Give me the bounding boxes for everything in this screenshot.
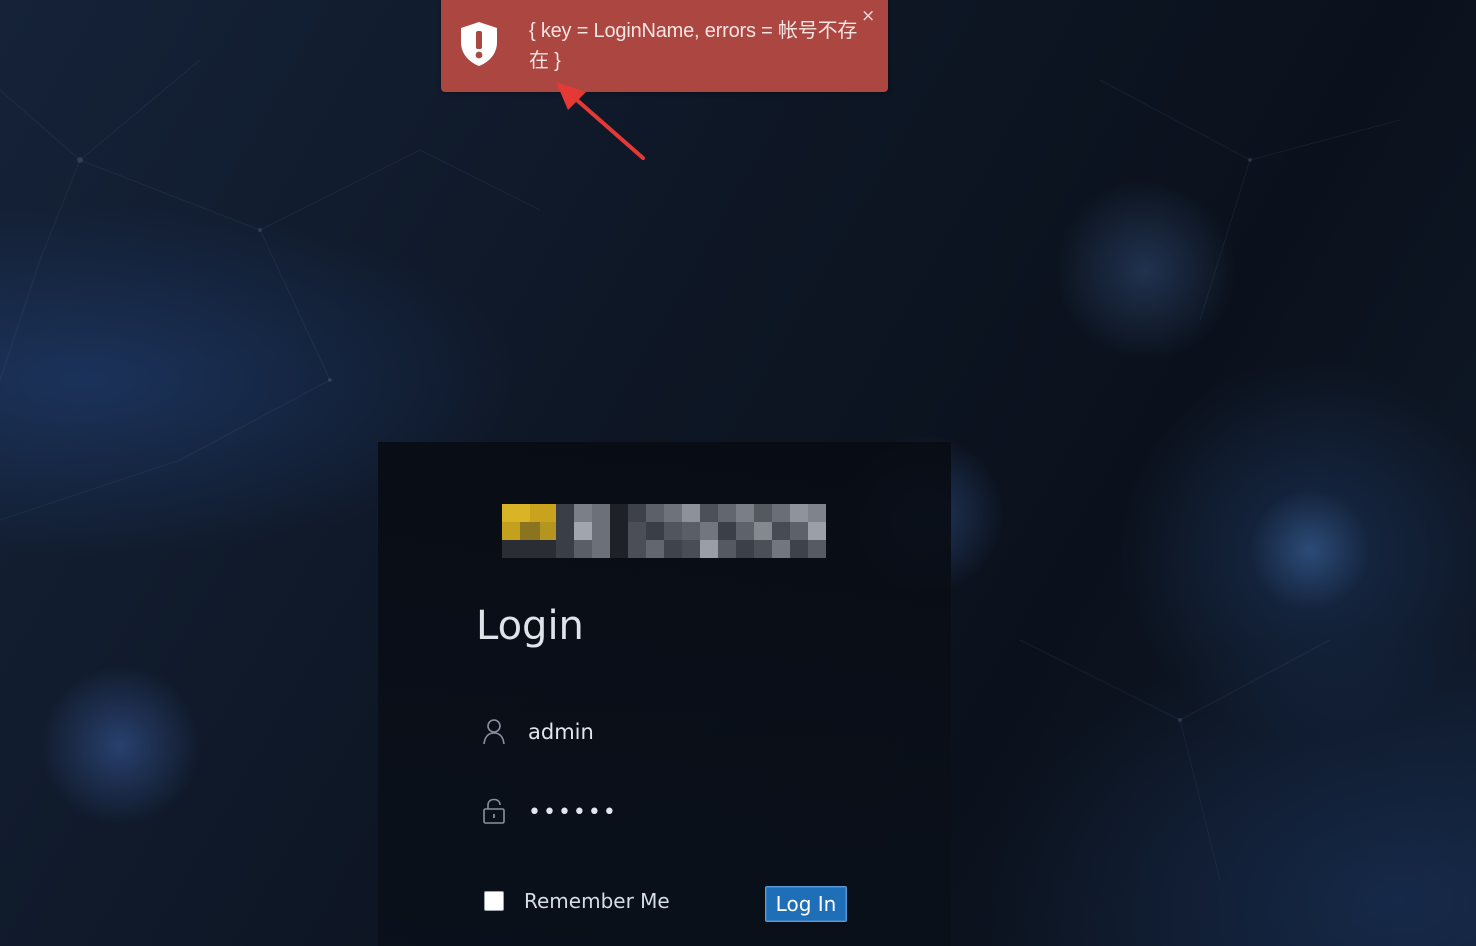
close-icon[interactable]: × (861, 6, 875, 26)
annotation-arrow-icon (556, 82, 645, 160)
remember-me-checkbox[interactable]: Remember Me (484, 886, 670, 916)
username-field (480, 712, 840, 752)
login-button[interactable]: Log In (765, 886, 847, 922)
error-toast: { key = LoginName, errors = 帐号不存在 } × (441, 0, 888, 92)
username-input[interactable] (528, 714, 828, 750)
shield-alert-icon (461, 22, 497, 66)
password-field (480, 792, 840, 832)
password-input[interactable] (528, 794, 828, 830)
page-title: Login (476, 603, 584, 649)
toast-message: { key = LoginName, errors = 帐号不存在 } (529, 20, 858, 72)
checkbox-box[interactable] (484, 891, 504, 911)
user-icon (483, 719, 505, 745)
lock-icon (483, 798, 505, 824)
company-logo (502, 504, 826, 558)
remember-me-label: Remember Me (524, 889, 670, 913)
login-panel: Login Remember Me Log In (378, 442, 951, 946)
